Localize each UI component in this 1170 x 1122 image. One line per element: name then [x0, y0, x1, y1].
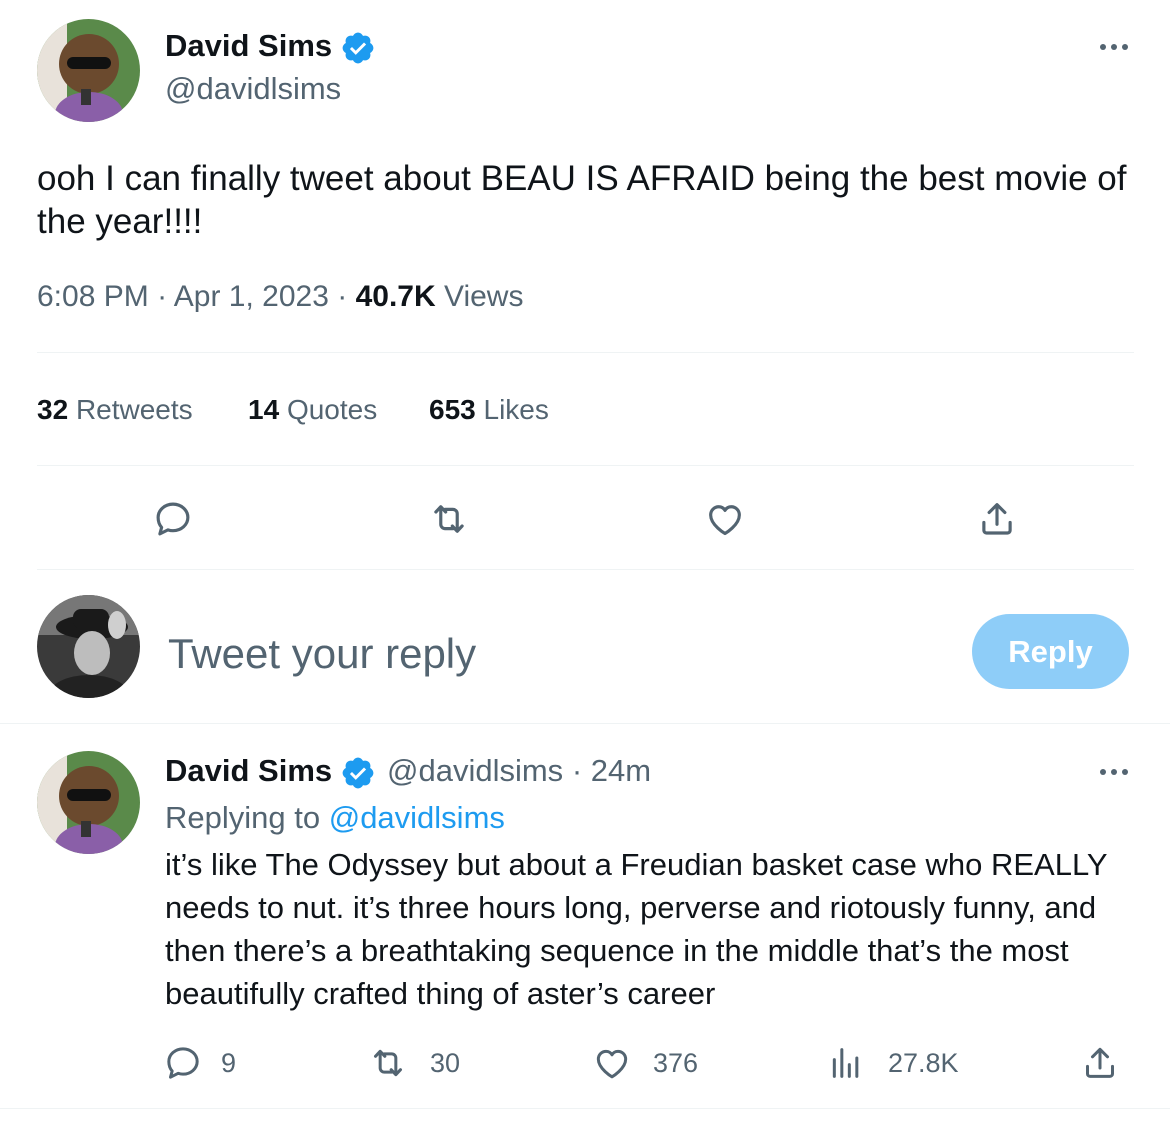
views-chart-icon	[832, 1048, 859, 1078]
heart-icon	[596, 1049, 628, 1079]
share-icon	[982, 503, 1012, 535]
like-button[interactable]	[700, 496, 750, 542]
views-count: 27.8K	[888, 1047, 959, 1078]
more-dots-icon[interactable]	[1100, 44, 1128, 50]
share-button[interactable]	[1080, 1043, 1120, 1088]
retweet-button[interactable]	[422, 496, 476, 542]
author-handle[interactable]: @davidlsims	[165, 71, 341, 107]
retweet-icon	[374, 1049, 402, 1077]
reply-button[interactable]	[148, 496, 198, 542]
share-icon	[1086, 1047, 1114, 1078]
divider	[37, 465, 1134, 466]
reply-author-handle: @davidlsims · 24m	[387, 753, 651, 789]
reply-author-name[interactable]: David Sims	[165, 753, 332, 789]
reply-count-button[interactable]: 9	[163, 1043, 236, 1083]
replying-to-label: Replying to	[165, 800, 321, 835]
author-name[interactable]: David Sims	[165, 28, 332, 64]
reply-time[interactable]: · 24m	[572, 753, 651, 788]
retweets-stat[interactable]: 32 Retweets	[37, 394, 193, 426]
divider	[0, 723, 1170, 724]
current-user-avatar[interactable]	[37, 595, 140, 698]
more-dots-icon[interactable]	[1100, 769, 1128, 775]
tweet-time[interactable]: 6:08 PM	[37, 280, 149, 313]
retweet-icon	[434, 505, 464, 533]
reply-submit-button[interactable]: Reply	[972, 614, 1129, 689]
tweet-date[interactable]: Apr 1, 2023	[174, 280, 329, 313]
likes-stat[interactable]: 653 Likes	[429, 394, 549, 426]
tweet-meta: 6:08 PM · Apr 1, 2023 · 40.7K Views	[37, 280, 523, 314]
meta-separator: ·	[157, 280, 168, 313]
verified-badge-icon	[340, 755, 376, 796]
like-count-button[interactable]: 376	[591, 1043, 698, 1083]
reply-input[interactable]: Tweet your reply	[168, 630, 476, 678]
share-button[interactable]	[972, 496, 1022, 542]
likes-label: Likes	[483, 394, 549, 425]
retweets-count: 32	[37, 394, 69, 425]
replying-to: Replying to @davidlsims	[165, 800, 505, 836]
views-count-button[interactable]: 27.8K	[826, 1043, 959, 1083]
replying-to-link[interactable]: @davidlsims	[329, 800, 505, 835]
heart-icon	[709, 505, 741, 536]
retweets-label: Retweets	[75, 394, 193, 425]
reply-author-avatar[interactable]	[37, 751, 140, 854]
verified-badge-icon	[340, 30, 376, 71]
retweet-count: 30	[430, 1047, 461, 1078]
divider	[0, 1108, 1170, 1109]
reply-icon	[167, 1047, 199, 1079]
reply-tweet-text: it’s like The Odyssey but about a Freudi…	[165, 847, 1108, 1011]
views-count: 40.7K	[355, 280, 436, 313]
reply-count: 9	[221, 1047, 237, 1078]
meta-separator: ·	[337, 280, 348, 313]
reply-icon	[156, 502, 190, 536]
divider	[37, 569, 1134, 570]
likes-count: 653	[429, 394, 476, 425]
tweet-text: ooh I can finally tweet about BEAU IS AF…	[37, 159, 1127, 241]
retweet-count-button[interactable]: 30	[366, 1043, 460, 1083]
views-label: Views	[443, 280, 524, 313]
quotes-count: 14	[248, 394, 280, 425]
like-count: 376	[653, 1047, 699, 1078]
quotes-stat[interactable]: 14 Quotes	[248, 394, 377, 426]
quotes-label: Quotes	[286, 394, 378, 425]
reply-handle[interactable]: @davidlsims	[387, 753, 563, 788]
author-avatar[interactable]	[37, 19, 140, 122]
divider	[37, 352, 1134, 353]
